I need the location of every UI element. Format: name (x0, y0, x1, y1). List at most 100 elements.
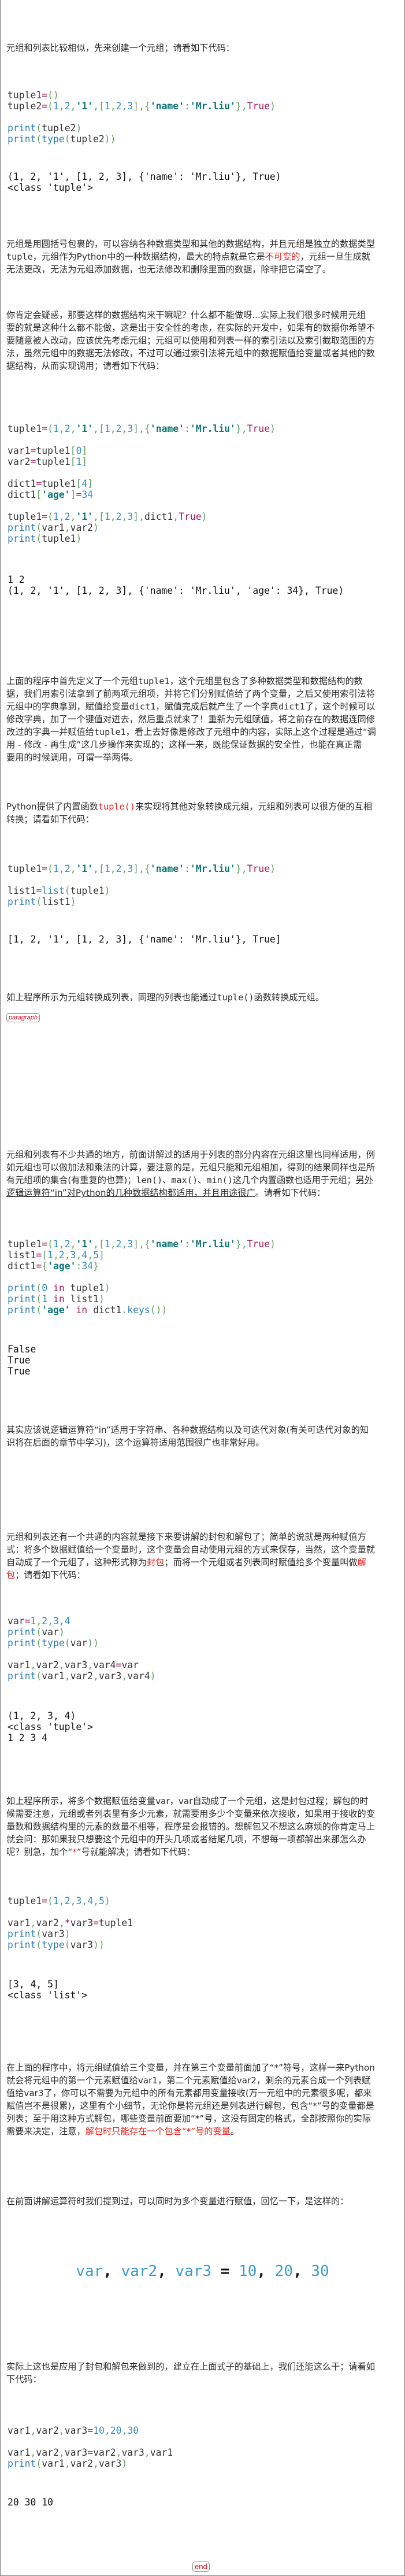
paragraph: 其实应该说逻辑运算符“in”适用于字符串、各种数据结构以及可迭代对象(有关可迭代… (6, 1424, 369, 1449)
code-token: type (42, 1939, 65, 1950)
code-token: var3 (64, 1660, 88, 1670)
code-token: tuple1 (42, 478, 76, 489)
output-block: 20 30 10 (8, 2497, 53, 2508)
code-token: , (110, 511, 116, 522)
code-token: print (8, 1293, 36, 1304)
code-token: ) (93, 522, 99, 533)
code-token: : (184, 101, 190, 112)
code-token: 2 (116, 1239, 122, 1250)
text-segment: ，元组一旦生成就 (300, 252, 370, 262)
inline-code: len()、max()、min() (136, 1175, 233, 1185)
code-token: list1 (8, 885, 36, 896)
code-token: 'Mr.liu' (190, 423, 236, 434)
code-token: print (8, 123, 36, 134)
code-token: dict1 (8, 478, 36, 489)
code-token: , (104, 2425, 110, 2436)
code-token: 4 (64, 1616, 70, 1627)
code-token: ) (76, 533, 82, 544)
code-token: , (30, 2425, 36, 2436)
code-line: list1=list(tuple1) (8, 885, 276, 896)
output-line: 1 2 3 4 (8, 1732, 48, 1743)
code-line: var1,var2,var3=var2,var3,var1 (8, 2447, 173, 2458)
output-line: (1, 2, 3, 4) (8, 1710, 76, 1721)
code-token: , (58, 863, 65, 874)
formula-token: , (157, 2263, 166, 2280)
text-segment: 如上程序所示，将多个数据赋值给变量var，var自动成了一个元组，这是封包过程；… (6, 1796, 369, 1806)
code-token: = (42, 423, 48, 434)
code-token: 4 (81, 1250, 88, 1261)
paragraph-line: 如上程序所示为元组转换成列表，同理的列表也能通过tuple()函数转换成元组。 (6, 991, 324, 1004)
text-segment: 。 (230, 2126, 240, 2137)
paragraph: 上面的程序中首先定义了一个元组tuple1，这个元组里包含了多种数据类型和数据结… (6, 675, 376, 764)
text-segment: 就会将元组中的第一个元素赋值给var1，第二个元素赋值给var2，剩余的元素合成… (6, 2075, 371, 2086)
code-token: tuple2 (70, 134, 105, 145)
code-token: , (121, 1239, 128, 1250)
code-token: 0 (76, 445, 82, 456)
code-token: ] (133, 863, 139, 874)
code-token: ( (150, 1304, 156, 1315)
code-line: var1,var2,var3=10,20,30 (8, 2425, 173, 2436)
code-token: ] (81, 456, 88, 467)
text-segment: 上面的程序中首先定义了一个元组 (6, 676, 138, 686)
code-token: } (93, 1261, 99, 1272)
output-line: [3, 4, 5] (8, 1979, 59, 1990)
code-token: 2 (64, 863, 70, 874)
code-token: { (144, 863, 150, 874)
code-token: 1 (104, 863, 110, 874)
code-token: ] (70, 489, 76, 500)
text-segment: 元组是用圆括号包裹的，可以容纳各种数据类型和其他的数据结构，并且元组是独立的数据… (6, 239, 375, 249)
code-token: ) (64, 1928, 70, 1939)
code-token: = (87, 2447, 94, 2458)
code-token: : (184, 1239, 190, 1250)
code-token: { (144, 1239, 150, 1250)
code-token: var4 (93, 1660, 116, 1670)
code-line: var=1,2,3,4 (8, 1616, 156, 1627)
paragraph: 实际上这也是应用了封包和解包来做到的，建立在上面式子的基础上，我们还能这么干；请… (6, 2360, 375, 2386)
code-token: , (110, 101, 116, 112)
formula-token: = (220, 2263, 230, 2280)
formula-token: , (103, 2263, 112, 2280)
code-token: var3 (98, 2458, 122, 2469)
text-segment: 自动成了一个元组了，这种形式称为 (6, 1557, 147, 1568)
output-line: True (8, 1355, 31, 1366)
code-token: tuple1 (98, 1917, 133, 1928)
code-token: '1' (76, 101, 94, 112)
text-segment: 据，我们用索引法拿到了前两项元组项，并将它们分别赋值给了两个变量，之后又使用索引… (6, 689, 375, 699)
formula-token (166, 2263, 176, 2280)
code-token: * (64, 1917, 70, 1928)
code-token: var3 (70, 1917, 94, 1928)
code-token: , (58, 101, 65, 112)
code-token: { (144, 101, 150, 112)
paragraph-line: 你肯定会疑惑，那要这样的数据结构来干嘛呢？什么都不能做呀...实际上我们很多时候… (6, 309, 375, 321)
code-block: tuple1=(1,2,'1',[1,2,3],{'name':'Mr.liu'… (8, 1239, 276, 1315)
code-line: dict1={'age':34} (8, 1261, 276, 1272)
code-token: var2 (36, 1660, 59, 1670)
code-line: tuple2=(1,2,'1',[1,2,3],{'name':'Mr.liu'… (8, 101, 276, 112)
code-token: [ (76, 478, 82, 489)
code-token: ) (53, 90, 59, 101)
highlighted-text: 不可变的 (265, 252, 300, 262)
code-token: , (70, 1895, 76, 1906)
code-token: print (8, 896, 36, 907)
code-token: ) (270, 101, 276, 112)
code-token: 3 (70, 1250, 76, 1261)
text-segment: 下代码： (6, 2374, 42, 2385)
code-token: 1 (30, 1616, 36, 1627)
text-segment: 赋值岂不是很累)，这里有个小细节，无论你是将元组还是列表进行解包，包含“*”号的… (6, 2101, 374, 2111)
text-segment: ，这个元组里包含了多种数据类型和数据结构的数 (169, 676, 363, 686)
code-token: 2 (116, 511, 122, 522)
code-token: , (30, 1660, 36, 1670)
paragraph: 在上面的程序中，将元组赋值给三个变量，并在第三个变量前面加了“*”符号，这样一来… (6, 2061, 375, 2138)
code-token: 1 (104, 1239, 110, 1250)
paragraph-line: 列表；至于用这种方式解包，哪些变量前面要加“*”号，这没有固定的格式，全部按照你… (6, 2112, 375, 2125)
code-token: var2 (93, 2447, 116, 2458)
code-token: , (58, 511, 65, 522)
code-token: ( (36, 533, 42, 544)
code-token: 'Mr.liu' (190, 1239, 236, 1250)
code-line: tuple1=(1,2,'1',[1,2,3],{'name':'Mr.liu'… (8, 863, 276, 874)
code-token: = (87, 2425, 94, 2436)
